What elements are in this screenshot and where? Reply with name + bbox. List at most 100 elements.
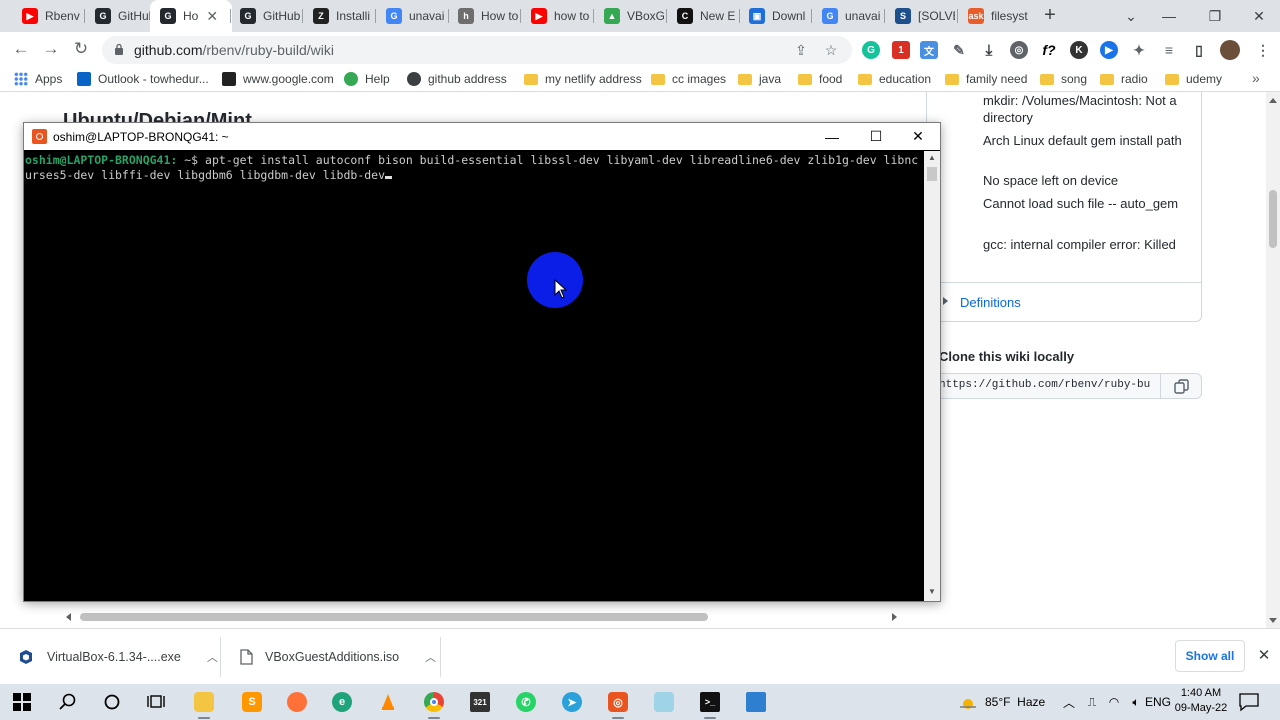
chevron-up-icon[interactable]: ︿ [207, 649, 218, 665]
terminal-close-button[interactable]: ✕ [896, 123, 940, 150]
tab-4[interactable]: Z Installi [303, 0, 373, 32]
terminal-maximize-button[interactable]: ☐ [854, 123, 898, 150]
chevron-up-icon[interactable]: ︿ [1061, 693, 1077, 711]
usb-icon[interactable]: ⎍ [1084, 693, 1100, 711]
scrollbar-thumb[interactable] [80, 613, 708, 621]
taskbar-notes[interactable] [642, 684, 686, 720]
close-window-button[interactable]: ✕ [1236, 0, 1280, 32]
taskbar-terminal[interactable]: >_ [688, 684, 732, 720]
player-icon[interactable]: ▶ [1100, 41, 1118, 59]
forward-button[interactable]: → [40, 38, 62, 60]
extension-badge-icon[interactable]: 1 [892, 41, 910, 59]
bookmark-folder[interactable]: education [858, 70, 931, 88]
tab-6[interactable]: h How to [448, 0, 518, 32]
terminal-minimize-button[interactable]: — [810, 123, 854, 150]
tab-13[interactable]: ask filesyst [958, 0, 1028, 32]
scrollbar-thumb[interactable] [927, 167, 937, 181]
minimize-button[interactable]: — [1146, 0, 1192, 32]
taskbar-ubuntu[interactable]: ◎ [596, 684, 640, 720]
search-button[interactable] [46, 684, 90, 720]
taskbar-edge-dev[interactable]: e [320, 684, 364, 720]
function-icon[interactable]: f? [1040, 41, 1058, 59]
sidebar-link[interactable]: No space left on device [983, 172, 1183, 189]
scroll-up-icon[interactable] [1269, 98, 1277, 103]
tab-12[interactable]: S [SOLVE [885, 0, 955, 32]
clock[interactable]: 1:40 AM 09-May-22 [1172, 686, 1230, 716]
sidebar-link[interactable]: mkdir: /Volumes/Macintosh: Not a directo… [983, 92, 1183, 126]
terminal-scrollbar[interactable]: ▲ ▼ [924, 151, 940, 601]
scroll-right-icon[interactable] [892, 613, 897, 621]
menu-icon[interactable]: ⋮ [1254, 41, 1272, 59]
download-item[interactable]: VBoxGuestAdditions.iso ︿ [240, 629, 436, 685]
scroll-up-icon[interactable]: ▲ [928, 153, 936, 162]
taskbar-vlc[interactable] [366, 684, 410, 720]
chevron-up-icon[interactable]: ︿ [425, 649, 436, 665]
bookmark-folder[interactable]: song [1040, 70, 1087, 88]
back-button[interactable]: ← [10, 38, 32, 60]
page-vertical-scrollbar[interactable] [1266, 92, 1280, 628]
k-extension-icon[interactable]: K [1070, 41, 1088, 59]
taskbar-app[interactable] [734, 684, 778, 720]
bookmark-folder[interactable]: cc images [651, 70, 726, 88]
tab-8[interactable]: ▲ VBoxG [594, 0, 664, 32]
taskbar-sublime[interactable]: S [230, 684, 274, 720]
reading-list-icon[interactable]: ≡ [1160, 41, 1178, 59]
tab-11[interactable]: Gunavai [812, 0, 882, 32]
weather-widget[interactable]: 85°F Haze [958, 693, 1045, 711]
sidebar-link[interactable]: gcc: internal compiler error: Killed [983, 236, 1183, 253]
start-button[interactable] [0, 684, 44, 720]
taskbar-telegram[interactable]: ➤ [550, 684, 594, 720]
tab-0[interactable]: ▶ Rbenv [12, 0, 82, 32]
task-view-button[interactable] [134, 684, 178, 720]
scroll-down-icon[interactable] [1269, 618, 1277, 623]
bookmarks-overflow-icon[interactable]: » [1252, 70, 1260, 86]
tab-1[interactable]: G GitHub [85, 0, 155, 32]
new-tab-button[interactable]: + [1040, 5, 1060, 25]
restore-button[interactable]: ❐ [1192, 0, 1238, 32]
language-icon[interactable]: ENG [1145, 693, 1171, 711]
puzzle-icon[interactable]: ✦ [1130, 41, 1148, 59]
tab-3[interactable]: G GitHub [230, 0, 300, 32]
address-bar[interactable]: github.com/rbenv/ruby-build/wiki ⇪ ☆ [102, 36, 852, 64]
reload-button[interactable]: ↻ [70, 38, 92, 60]
scroll-left-icon[interactable] [66, 613, 71, 621]
globe-icon[interactable]: ◎ [1010, 41, 1028, 59]
translate-icon[interactable]: 文 [920, 41, 938, 59]
bookmark-folder[interactable]: udemy [1165, 70, 1222, 88]
tab-2[interactable]: G Ho ✕ [150, 0, 232, 32]
taskbar-whatsapp[interactable]: ✆ [504, 684, 548, 720]
sidebar-link[interactable]: Cannot load such file -- auto_gem [983, 195, 1183, 212]
download-item[interactable]: VirtualBox-6.1.34-....exe ︿ [18, 629, 218, 685]
show-all-button[interactable]: Show all [1175, 640, 1245, 672]
tab-close-icon[interactable]: ✕ [206, 8, 218, 25]
sidebar-link[interactable]: Arch Linux default gem install path [983, 132, 1183, 149]
tab-5[interactable]: Gunavai [376, 0, 446, 32]
tab-7[interactable]: ▶ how to [521, 0, 591, 32]
notification-icon[interactable] [1238, 692, 1260, 712]
close-shelf-icon[interactable]: ✕ [1254, 645, 1274, 665]
bookmark-folder[interactable]: java [738, 70, 781, 88]
bookmark-folder[interactable]: my netlify address [524, 70, 642, 88]
bookmark-site[interactable]: www.google.com [222, 70, 334, 88]
caret-right-icon[interactable] [943, 297, 948, 305]
taskbar-chrome[interactable] [412, 684, 456, 720]
terminal-output[interactable]: oshim@LAPTOP-BRONQG41: ~$ apt-get instal… [24, 151, 924, 601]
taskbar-firefox[interactable] [275, 684, 319, 720]
download-icon[interactable]: ⤓ [980, 41, 998, 59]
bookmark-folder[interactable]: family need [945, 70, 1027, 88]
bookmark-folder[interactable]: radio [1100, 70, 1148, 88]
bookmark-folder[interactable]: food [798, 70, 842, 88]
bookmark-outlook[interactable]: Outlook - towhedur... [77, 70, 209, 88]
star-icon[interactable]: ☆ [822, 41, 840, 59]
bookmark-apps[interactable]: Apps [14, 70, 62, 88]
bookmark-help[interactable]: Help [344, 70, 390, 88]
share-icon[interactable]: ⇪ [792, 41, 810, 59]
copy-icon[interactable] [1160, 373, 1202, 399]
cortana-button[interactable] [90, 684, 134, 720]
eyedropper-icon[interactable]: ✎ [950, 41, 968, 59]
page-horizontal-scrollbar[interactable] [62, 609, 902, 625]
taskbar-calendar[interactable]: 321 [458, 684, 502, 720]
taskbar-file-explorer[interactable] [182, 684, 226, 720]
tab-10[interactable]: ▣ Downl [739, 0, 809, 32]
grammarly-icon[interactable]: G [862, 41, 880, 59]
